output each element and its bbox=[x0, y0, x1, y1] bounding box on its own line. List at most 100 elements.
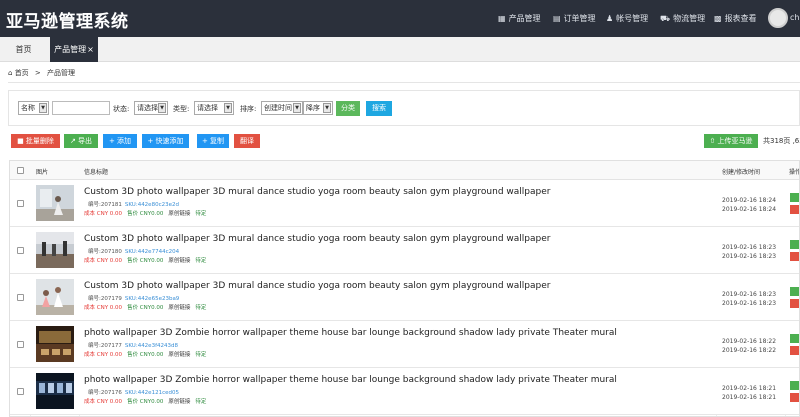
edit-button[interactable] bbox=[790, 240, 799, 249]
avatar[interactable] bbox=[768, 8, 788, 28]
product-sku[interactable]: SKU:442e65e23ba9 bbox=[125, 296, 179, 302]
classify-button[interactable]: 分类 bbox=[336, 101, 360, 116]
type-select[interactable]: 请选择 ▼ bbox=[194, 101, 234, 115]
sort-field-value: 创建时间 bbox=[264, 104, 292, 112]
sell-price: 售价 CNY0.00 bbox=[127, 399, 164, 405]
status-label: 状态: bbox=[113, 105, 130, 113]
row-checkbox[interactable] bbox=[17, 200, 24, 207]
product-title[interactable]: photo wallpaper 3D Zombie horror wallpap… bbox=[84, 375, 617, 385]
upload-amazon-button[interactable]: ⇧ 上传亚马逊 bbox=[704, 134, 758, 148]
edit-button[interactable] bbox=[790, 287, 799, 296]
sell-price: 售价 CNY0.00 bbox=[127, 258, 164, 264]
search-input[interactable] bbox=[52, 101, 110, 115]
row-dates: 2019-02-16 18:22 2019-02-16 18:22 bbox=[722, 337, 776, 355]
delete-button[interactable] bbox=[790, 346, 799, 355]
table-row[interactable]: photo wallpaper 3D Zombie horror wallpap… bbox=[10, 321, 799, 368]
add-label: 添加 bbox=[117, 137, 132, 145]
row-operations bbox=[790, 334, 799, 358]
search-button[interactable]: 搜索 bbox=[366, 101, 392, 116]
row-checkbox[interactable] bbox=[17, 294, 24, 301]
nav-reports[interactable]: ▩ 报表查看 bbox=[714, 0, 757, 37]
nav-order-label: 订单管理 bbox=[563, 14, 596, 23]
table-row[interactable]: Custom 3D photo wallpaper 3D mural dance… bbox=[10, 227, 799, 274]
product-id: 编号:207181 bbox=[88, 202, 122, 208]
product-title[interactable]: Custom 3D photo wallpaper 3D mural dance… bbox=[84, 234, 550, 244]
row-checkbox[interactable] bbox=[17, 388, 24, 395]
cost-price: 成本 CNY 0.00 bbox=[84, 352, 123, 358]
tab-home[interactable]: 首页 bbox=[0, 37, 47, 62]
product-prices: 成本 CNY 0.00 售价 CNY0.00 原创链接 待定 bbox=[84, 256, 206, 264]
product-sku[interactable]: SKU:442e121ced05 bbox=[125, 390, 179, 396]
sort-order-value: 降序 bbox=[306, 104, 320, 112]
nav-logistics[interactable]: ⛟ 物流管理 bbox=[660, 0, 705, 37]
product-thumbnail[interactable] bbox=[36, 279, 74, 315]
edit-button[interactable] bbox=[790, 334, 799, 343]
header-operation: 操作 bbox=[789, 169, 800, 176]
delete-button[interactable] bbox=[790, 205, 799, 214]
table-row[interactable]: photo wallpaper 3D Zombie horror wallpap… bbox=[10, 368, 799, 415]
product-id: 编号:207176 bbox=[88, 390, 122, 396]
nav-product[interactable]: ▦ 产品管理 bbox=[498, 0, 541, 37]
tab-product-management[interactable]: 产品管理× bbox=[50, 37, 98, 62]
row-operations bbox=[790, 381, 799, 405]
export-button[interactable]: ↗ 导出 bbox=[64, 134, 98, 148]
product-title[interactable]: Custom 3D photo wallpaper 3D mural dance… bbox=[84, 281, 550, 291]
original-link[interactable]: 原创链接 bbox=[168, 399, 190, 405]
sort-order-select[interactable]: 降序 ▼ bbox=[303, 101, 333, 115]
product-prices: 成本 CNY 0.00 售价 CNY0.00 原创链接 待定 bbox=[84, 350, 206, 358]
select-all-checkbox[interactable] bbox=[17, 167, 24, 174]
row-checkbox[interactable] bbox=[17, 247, 24, 254]
created-time: 2019-02-16 18:23 bbox=[722, 291, 777, 298]
filter-panel: 名称 ▼ 状态: 请选择 ▼ 类型: 请选择 ▼ 排序: 创建时间 ▼ 降序 ▼… bbox=[8, 90, 800, 126]
delete-button[interactable] bbox=[790, 393, 799, 402]
user-name[interactable]: ch bbox=[790, 13, 799, 22]
quick-add-button[interactable]: + 快速添加 bbox=[142, 134, 189, 148]
truck-icon: ⛟ bbox=[660, 13, 671, 23]
edit-button[interactable] bbox=[790, 381, 799, 390]
delete-button[interactable] bbox=[790, 252, 799, 261]
product-prices: 成本 CNY 0.00 售价 CNY0.00 原创链接 待定 bbox=[84, 303, 206, 311]
product-meta: 编号:207176 SKU:442e121ced05 bbox=[88, 388, 179, 396]
top-header: 亚马逊管理系统 ▦ 产品管理 ▤ 订单管理 ♟ 帐号管理 ⛟ 物流管理 ▩ 报表查看 ch bbox=[0, 0, 800, 37]
row-dates: 2019-02-16 18:23 2019-02-16 18:23 bbox=[722, 290, 776, 308]
report-icon: ▩ bbox=[714, 14, 722, 23]
product-title[interactable]: Custom 3D photo wallpaper 3D mural dance… bbox=[84, 187, 550, 197]
product-meta: 编号:207181 SKU:442e80c23e2d bbox=[88, 200, 179, 208]
product-thumbnail[interactable] bbox=[36, 185, 74, 221]
product-thumbnail[interactable] bbox=[36, 326, 74, 362]
original-link[interactable]: 原创链接 bbox=[168, 305, 190, 311]
row-checkbox[interactable] bbox=[17, 341, 24, 348]
sort-field-select[interactable]: 创建时间 ▼ bbox=[261, 101, 303, 115]
product-thumbnail[interactable] bbox=[36, 373, 74, 409]
copy-button[interactable]: + 复制 bbox=[197, 134, 229, 148]
created-time: 2019-02-16 18:24 bbox=[722, 197, 777, 204]
product-sku[interactable]: SKU:442e80c23e2d bbox=[125, 202, 179, 208]
nav-order[interactable]: ▤ 订单管理 bbox=[553, 0, 596, 37]
delete-button[interactable] bbox=[790, 299, 799, 308]
product-title[interactable]: photo wallpaper 3D Zombie horror wallpap… bbox=[84, 328, 617, 338]
name-field-select[interactable]: 名称 ▼ bbox=[18, 101, 49, 115]
sort-label: 排序: bbox=[240, 105, 257, 113]
nav-account[interactable]: ♟ 帐号管理 bbox=[606, 0, 648, 37]
table-row[interactable]: Custom 3D photo wallpaper 3D mural dance… bbox=[10, 180, 799, 227]
product-sku[interactable]: SKU:442e3f4243d8 bbox=[125, 343, 178, 349]
batch-delete-button[interactable]: ■ 批量删除 bbox=[11, 134, 60, 148]
status-badge: 待定 bbox=[195, 305, 207, 311]
translate-button[interactable]: 翻译 bbox=[234, 134, 260, 148]
product-meta: 编号:207179 SKU:442e65e23ba9 bbox=[88, 294, 179, 302]
home-icon: ⌂ bbox=[8, 69, 13, 77]
product-sku[interactable]: SKU:442e7744c204 bbox=[125, 249, 179, 255]
edit-button[interactable] bbox=[790, 193, 799, 202]
original-link[interactable]: 原创链接 bbox=[168, 352, 190, 358]
original-link[interactable]: 原创链接 bbox=[168, 258, 190, 264]
product-thumbnail[interactable] bbox=[36, 232, 74, 268]
status-select[interactable]: 请选择 ▼ bbox=[134, 101, 168, 115]
close-icon[interactable]: × bbox=[87, 45, 94, 54]
breadcrumb-home[interactable]: 首页 bbox=[15, 69, 29, 77]
original-link[interactable]: 原创链接 bbox=[168, 211, 190, 217]
add-button[interactable]: + 添加 bbox=[103, 134, 137, 148]
chevron-down-icon: ▼ bbox=[224, 103, 232, 113]
table-row[interactable]: Custom 3D photo wallpaper 3D mural dance… bbox=[10, 274, 799, 321]
sell-price: 售价 CNY0.00 bbox=[127, 352, 164, 358]
breadcrumb-divider bbox=[8, 82, 800, 83]
